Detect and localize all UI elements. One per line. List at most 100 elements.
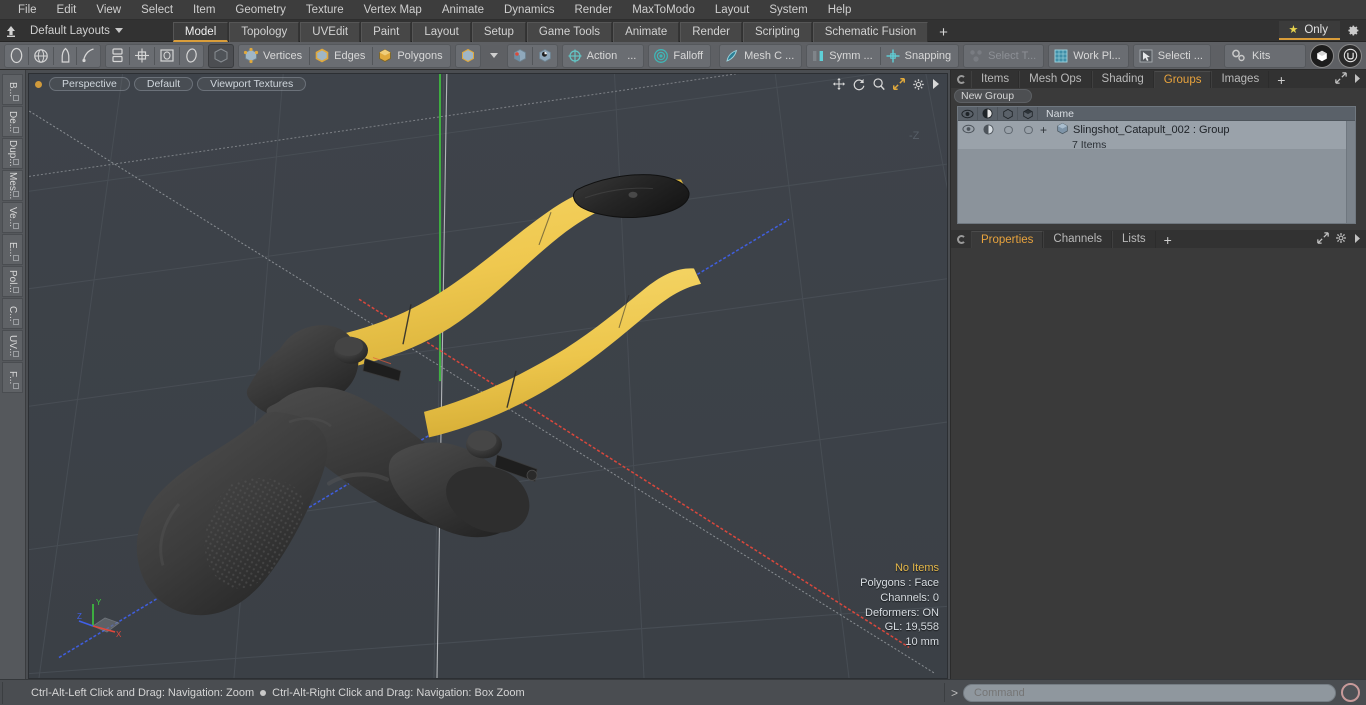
symmetry-button[interactable]: Symm ... bbox=[807, 45, 879, 67]
panel-menu-dot-icon[interactable] bbox=[957, 75, 966, 84]
mode-dropdown-arrow[interactable] bbox=[483, 45, 505, 67]
table-row[interactable]: + Slingshot_Catapult_002 : Group 7 Items bbox=[958, 121, 1346, 151]
tab-paint[interactable]: Paint bbox=[361, 21, 412, 42]
left-tab-mesh[interactable]: Mes... bbox=[2, 170, 23, 201]
tab-items[interactable]: Items bbox=[971, 71, 1020, 88]
command-input[interactable] bbox=[963, 683, 1336, 702]
tab-properties[interactable]: Properties bbox=[971, 231, 1044, 248]
layout-selector[interactable]: Default Layouts bbox=[22, 21, 131, 41]
tree-empty-area[interactable] bbox=[958, 149, 1346, 223]
left-tab-duplicate[interactable]: Dup... bbox=[2, 138, 23, 169]
render-icon[interactable] bbox=[1018, 107, 1038, 120]
zoom-icon[interactable] bbox=[872, 77, 886, 91]
viewport-3d[interactable]: Perspective Default Viewport Textures -Z… bbox=[28, 73, 948, 679]
menu-item-layout[interactable]: Layout bbox=[705, 0, 760, 20]
tab-layout[interactable]: Layout bbox=[412, 21, 471, 42]
gear-icon[interactable] bbox=[1342, 21, 1364, 40]
wireframe-icon[interactable] bbox=[998, 107, 1018, 120]
tab-lists[interactable]: Lists bbox=[1112, 231, 1156, 248]
record-ring-icon[interactable] bbox=[1341, 683, 1360, 702]
arrow-icon[interactable] bbox=[1353, 233, 1362, 247]
tab-channels[interactable]: Channels bbox=[1043, 231, 1113, 248]
select-through-button[interactable]: Select T... bbox=[964, 45, 1043, 67]
tab-render[interactable]: Render bbox=[680, 21, 742, 42]
snapping-button[interactable]: Snapping bbox=[881, 45, 959, 67]
viewport-perspective-button[interactable]: Perspective bbox=[49, 77, 130, 91]
selection-sets-button[interactable]: Selecti ... bbox=[1134, 45, 1210, 67]
properties-menu-dot-icon[interactable] bbox=[957, 235, 966, 244]
row-shaded-icon[interactable] bbox=[978, 121, 998, 149]
expand-icon[interactable] bbox=[1317, 232, 1329, 247]
mesh-constraint-button[interactable]: Mesh C ... bbox=[720, 45, 801, 67]
polygons-button[interactable]: Polygons bbox=[373, 45, 449, 67]
tab-uvedit[interactable]: UVEdit bbox=[300, 21, 361, 42]
action-center-button[interactable]: Action ... bbox=[563, 45, 644, 67]
add-panel-tab-button[interactable]: + bbox=[1269, 73, 1293, 88]
tab-scripting[interactable]: Scripting bbox=[742, 21, 812, 42]
rotate-icon[interactable] bbox=[852, 77, 866, 91]
arrow-icon[interactable] bbox=[931, 78, 941, 90]
unreal-badge-icon[interactable] bbox=[1338, 43, 1362, 68]
menu-item-select[interactable]: Select bbox=[131, 0, 183, 20]
oval-icon[interactable] bbox=[180, 45, 203, 67]
left-tab-polygon[interactable]: Pol... bbox=[2, 266, 23, 297]
vertices-button[interactable]: Vertices bbox=[239, 45, 309, 67]
tree-scrollbar[interactable] bbox=[1346, 121, 1355, 223]
properties-content[interactable] bbox=[951, 248, 1366, 679]
viewport-shading-button[interactable]: Default bbox=[133, 77, 194, 91]
menu-item-help[interactable]: Help bbox=[818, 0, 862, 20]
only-button[interactable]: ★ Only bbox=[1279, 21, 1340, 40]
gear-icon[interactable] bbox=[912, 78, 925, 91]
left-tab-deform[interactable]: De... bbox=[2, 106, 23, 137]
viewport-textures-button[interactable]: Viewport Textures bbox=[197, 77, 307, 91]
visible-eye-icon[interactable] bbox=[958, 107, 978, 120]
tab-topology[interactable]: Topology bbox=[229, 21, 300, 42]
left-tab-basic[interactable]: B... bbox=[2, 74, 23, 105]
home-arrow-icon[interactable] bbox=[0, 21, 22, 41]
viewport-active-dot[interactable] bbox=[35, 80, 42, 88]
menu-item-dynamics[interactable]: Dynamics bbox=[494, 0, 564, 20]
left-tab-edge[interactable]: E... bbox=[2, 234, 23, 265]
expand-icon[interactable] bbox=[1335, 72, 1347, 87]
rect-icon[interactable] bbox=[155, 45, 179, 67]
stack-icon[interactable] bbox=[106, 45, 129, 67]
menu-item-edit[interactable]: Edit bbox=[47, 0, 87, 20]
add-tab-button[interactable]: + bbox=[929, 24, 958, 42]
menu-item-maxtomodo[interactable]: MaxToModo bbox=[622, 0, 705, 20]
menu-item-item[interactable]: Item bbox=[183, 0, 225, 20]
row-visible-eye-icon[interactable] bbox=[958, 121, 978, 149]
tab-game-tools[interactable]: Game Tools bbox=[526, 21, 613, 42]
tab-model[interactable]: Model bbox=[172, 21, 229, 42]
new-group-button[interactable]: New Group bbox=[954, 89, 1032, 103]
row-render-icon[interactable] bbox=[1018, 121, 1038, 149]
menu-item-texture[interactable]: Texture bbox=[296, 0, 354, 20]
row-wireframe-icon[interactable] bbox=[998, 121, 1018, 149]
tab-groups[interactable]: Groups bbox=[1153, 71, 1212, 88]
menu-item-vertex-map[interactable]: Vertex Map bbox=[354, 0, 432, 20]
fit-icon[interactable] bbox=[892, 77, 906, 91]
cube-blue-icon[interactable] bbox=[456, 45, 480, 67]
menu-item-animate[interactable]: Animate bbox=[432, 0, 494, 20]
add-properties-tab-button[interactable]: + bbox=[1156, 233, 1180, 248]
cube-dark-icon[interactable] bbox=[209, 45, 233, 67]
arrow-icon[interactable] bbox=[1353, 73, 1362, 87]
expand-toggle[interactable]: + bbox=[1040, 124, 1047, 136]
globe-icon[interactable] bbox=[29, 45, 53, 67]
menu-item-render[interactable]: Render bbox=[564, 0, 622, 20]
left-tab-vertex[interactable]: Ve... bbox=[2, 202, 23, 233]
center-cube-icon[interactable] bbox=[508, 45, 532, 67]
gear-icon[interactable] bbox=[1335, 232, 1347, 247]
kits-button[interactable]: Kits bbox=[1225, 45, 1305, 67]
curve-icon[interactable] bbox=[77, 45, 100, 67]
edges-button[interactable]: Edges bbox=[310, 45, 372, 67]
falloff-button[interactable]: Falloff bbox=[649, 45, 710, 67]
work-plane-button[interactable]: Work Pl... bbox=[1049, 45, 1127, 67]
shaded-icon[interactable] bbox=[978, 107, 998, 120]
ellipse-icon[interactable] bbox=[5, 45, 28, 67]
left-tab-uv[interactable]: UV... bbox=[2, 330, 23, 361]
left-tab-curve[interactable]: C... bbox=[2, 298, 23, 329]
menu-item-geometry[interactable]: Geometry bbox=[225, 0, 296, 20]
center-icon[interactable] bbox=[130, 45, 154, 67]
menu-item-view[interactable]: View bbox=[86, 0, 131, 20]
tab-setup[interactable]: Setup bbox=[471, 21, 526, 42]
